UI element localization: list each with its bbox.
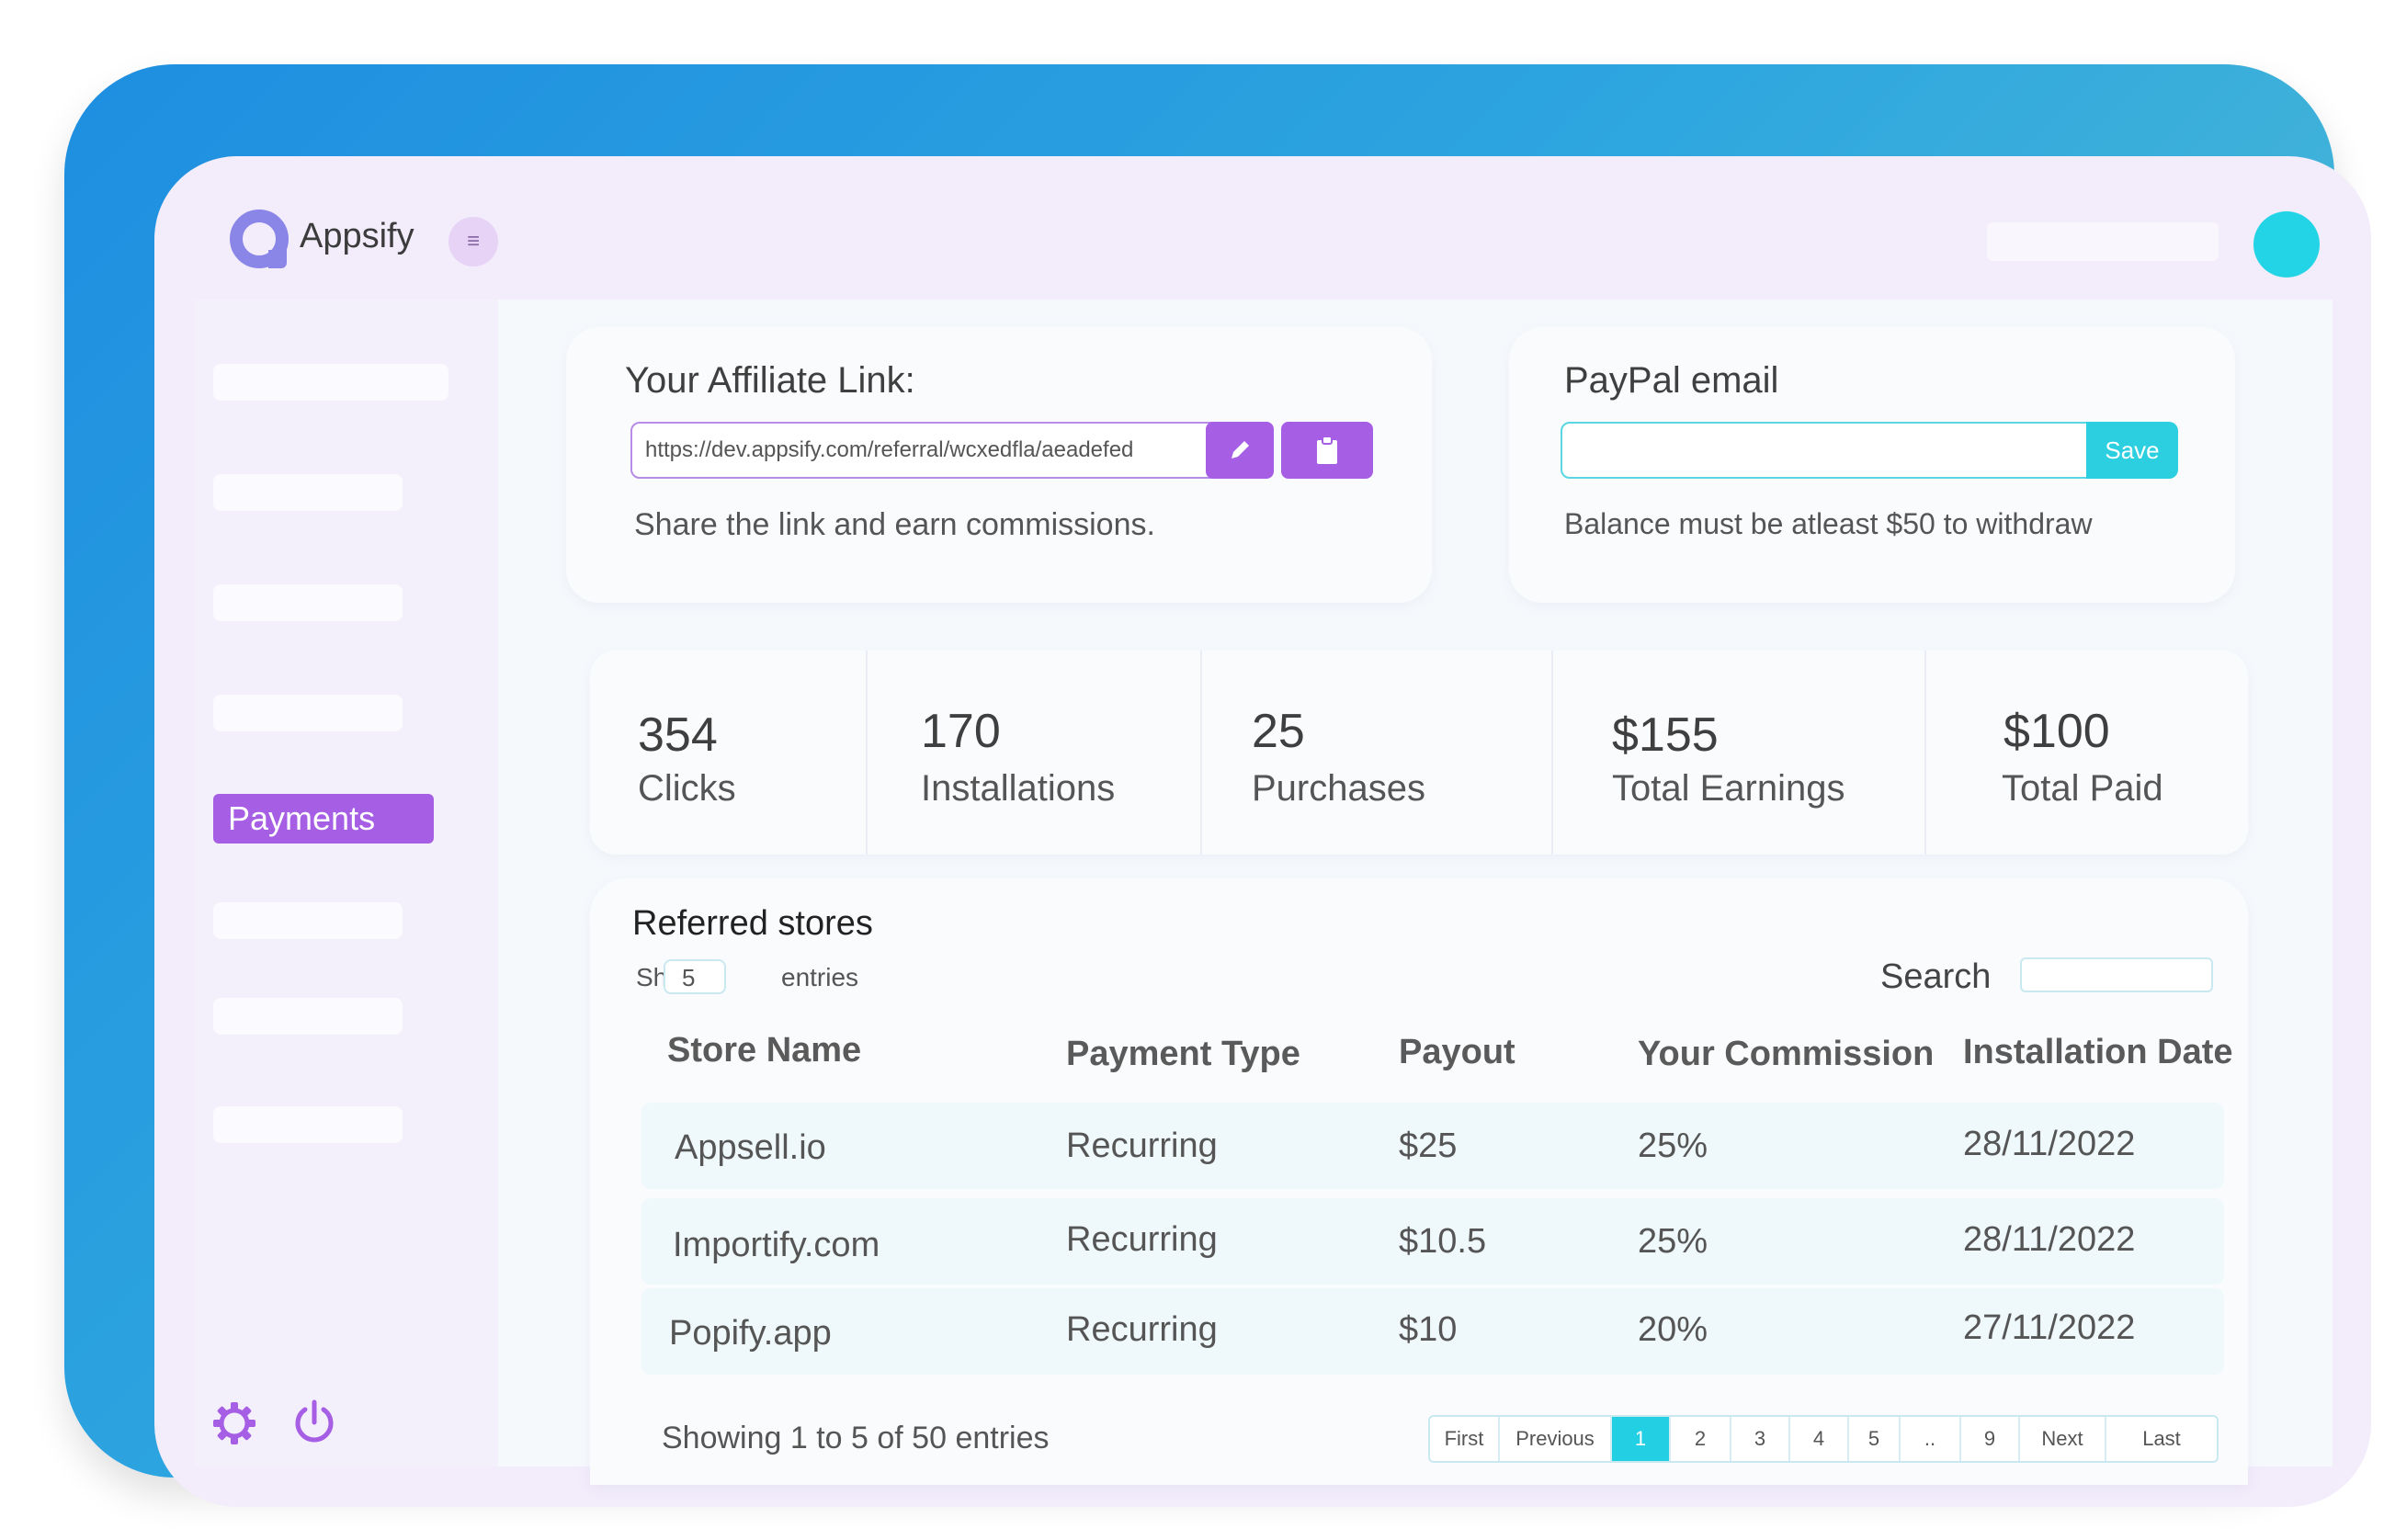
page-1-button[interactable]: 1 xyxy=(1612,1417,1671,1461)
clipboard-icon xyxy=(1317,436,1337,464)
stat-total-earnings: $155 Total Earnings xyxy=(1553,651,1924,855)
entries-label: entries xyxy=(781,963,859,991)
edit-link-button[interactable] xyxy=(1206,422,1274,479)
sidebar-item-payments[interactable]: Payments xyxy=(213,794,434,844)
table-row: Importify.com Recurring $10.5 25% 28/11/… xyxy=(641,1198,2224,1285)
stat-purchases: 25 Purchases xyxy=(1202,651,1551,855)
column-header-payment-type[interactable]: Payment Type xyxy=(1066,1035,1300,1074)
menu-toggle-button[interactable]: ≡ xyxy=(448,217,498,266)
stat-value: $100 xyxy=(2003,705,2110,758)
sidebar-item[interactable] xyxy=(213,584,403,621)
user-avatar[interactable] xyxy=(2253,211,2320,277)
affiliate-helper-text: Share the link and earn commissions. xyxy=(634,507,1155,542)
settings-gear-icon[interactable] xyxy=(211,1400,257,1446)
sidebar-item[interactable] xyxy=(213,1106,403,1143)
paypal-card: PayPal email Save Balance must be atleas… xyxy=(1509,327,2235,603)
column-header-installation-date[interactable]: Installation Date xyxy=(1963,1033,2233,1072)
search-label: Search xyxy=(1880,957,1992,996)
cell-payout: $10 xyxy=(1399,1310,1458,1349)
save-paypal-button[interactable]: Save xyxy=(2086,422,2178,479)
column-header-payout[interactable]: Payout xyxy=(1399,1033,1515,1072)
entries-select[interactable]: 5 xyxy=(664,959,726,994)
header-search-placeholder[interactable] xyxy=(1987,222,2219,261)
paypal-helper-text: Balance must be atleast $50 to withdraw xyxy=(1564,507,2093,540)
page-9-button[interactable]: 9 xyxy=(1961,1417,2020,1461)
table-row: Appsell.io Recurring $25 25% 28/11/2022 xyxy=(641,1103,2224,1189)
cell-payout: $10.5 xyxy=(1399,1222,1487,1261)
column-header-commission[interactable]: Your Commission xyxy=(1638,1035,1934,1074)
cell-store-name: Popify.app xyxy=(669,1314,832,1353)
sidebar: Payments xyxy=(195,300,498,1466)
app-screen: Appsify ≡ Payments Your Affiliate Link: … xyxy=(154,156,2371,1507)
referred-stores-card: Referred stores Show 5 entries Search St… xyxy=(590,878,2248,1485)
page-previous-button[interactable]: Previous xyxy=(1500,1417,1612,1461)
stat-label: Total Earnings xyxy=(1612,768,1845,809)
stat-value: 354 xyxy=(638,708,718,762)
cell-installation-date: 27/11/2022 xyxy=(1963,1308,2136,1347)
cell-store-name: Appsell.io xyxy=(675,1128,826,1167)
column-header-store-name[interactable]: Store Name xyxy=(667,1031,861,1070)
pencil-icon xyxy=(1232,441,1249,459)
cell-payment-type: Recurring xyxy=(1066,1220,1218,1259)
paypal-email-input[interactable] xyxy=(1561,422,2090,479)
cell-commission: 25% xyxy=(1638,1127,1708,1165)
cell-commission: 20% xyxy=(1638,1310,1708,1349)
stat-value: 170 xyxy=(921,705,1001,758)
sidebar-item[interactable] xyxy=(213,364,448,401)
cell-payout: $25 xyxy=(1399,1127,1458,1165)
stat-total-paid: $100 Total Paid xyxy=(1926,651,2248,855)
table-search-input[interactable] xyxy=(2020,957,2213,992)
cell-installation-date: 28/11/2022 xyxy=(1963,1125,2136,1163)
cell-store-name: Importify.com xyxy=(673,1226,880,1264)
sidebar-item[interactable] xyxy=(213,998,403,1035)
page-last-button[interactable]: Last xyxy=(2106,1417,2217,1461)
cell-installation-date: 28/11/2022 xyxy=(1963,1220,2136,1259)
page-next-button[interactable]: Next xyxy=(2020,1417,2106,1461)
stat-label: Purchases xyxy=(1252,768,1425,809)
affiliate-link-card: Your Affiliate Link: https://dev.appsify… xyxy=(566,327,1432,603)
stat-installations: 170 Installations xyxy=(868,651,1200,855)
stats-card: 354 Clicks 170 Installations 25 Purchase… xyxy=(590,651,2248,855)
power-logout-icon[interactable] xyxy=(290,1398,338,1446)
cell-payment-type: Recurring xyxy=(1066,1127,1218,1165)
pagination: First Previous 1 2 3 4 5 .. 9 Next Last xyxy=(1428,1415,2219,1463)
stat-label: Installations xyxy=(921,768,1116,809)
appsify-logo-icon xyxy=(230,209,289,268)
page-4-button[interactable]: 4 xyxy=(1790,1417,1849,1461)
table-row: Popify.app Recurring $10 20% 27/11/2022 xyxy=(641,1288,2224,1375)
copy-link-button[interactable] xyxy=(1281,422,1373,479)
stat-clicks: 354 Clicks xyxy=(590,651,866,855)
stat-value: 25 xyxy=(1252,705,1305,758)
page-5-button[interactable]: 5 xyxy=(1849,1417,1901,1461)
table-title: Referred stores xyxy=(632,904,873,943)
page-2-button[interactable]: 2 xyxy=(1671,1417,1731,1461)
page-first-button[interactable]: First xyxy=(1430,1417,1500,1461)
sidebar-item[interactable] xyxy=(213,695,403,731)
sidebar-item[interactable] xyxy=(213,902,403,939)
cell-commission: 25% xyxy=(1638,1222,1708,1261)
showing-entries-text: Showing 1 to 5 of 50 entries xyxy=(662,1421,1050,1455)
stat-value: $155 xyxy=(1612,708,1719,762)
stat-label: Total Paid xyxy=(2002,768,2163,809)
page-3-button[interactable]: 3 xyxy=(1731,1417,1790,1461)
stat-label: Clicks xyxy=(638,768,736,809)
device-frame: Appsify ≡ Payments Your Affiliate Link: … xyxy=(64,64,2371,1507)
content-area: Payments Your Affiliate Link: https://de… xyxy=(195,300,2333,1485)
affiliate-title: Your Affiliate Link: xyxy=(625,360,915,401)
app-name: Appsify xyxy=(300,217,414,255)
paypal-title: PayPal email xyxy=(1564,360,1779,401)
sidebar-item[interactable] xyxy=(213,474,403,511)
page-ellipsis: .. xyxy=(1901,1417,1961,1461)
cell-payment-type: Recurring xyxy=(1066,1310,1218,1349)
affiliate-link-field[interactable]: https://dev.appsify.com/referral/wcxedfl… xyxy=(630,422,1226,479)
